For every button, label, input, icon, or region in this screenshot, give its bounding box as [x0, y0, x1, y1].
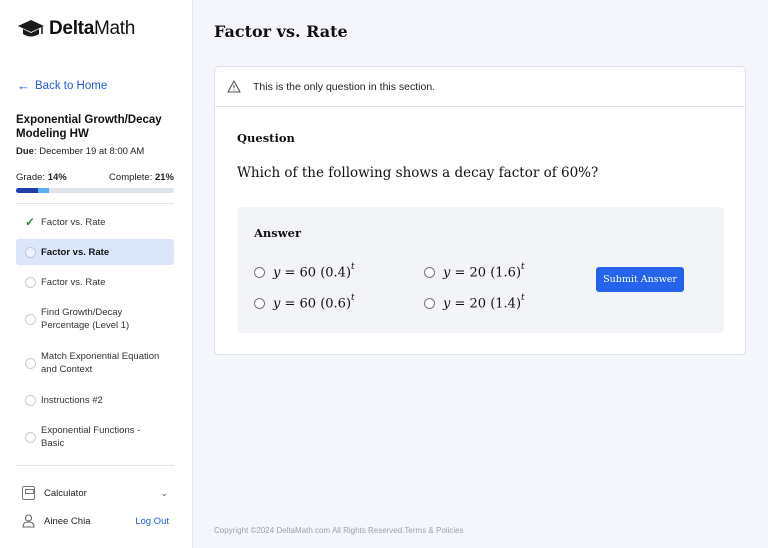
logo-text: DeltaMath: [49, 18, 136, 39]
answer-box: Answer y = 60 (0.4)t y = 20 (1.6)t y = 6…: [237, 207, 724, 333]
logo[interactable]: DeltaMath: [17, 18, 135, 40]
check-icon: ✓: [20, 214, 40, 229]
calculator-icon: [22, 486, 35, 500]
problem-list-item[interactable]: Factor vs. Rate: [16, 239, 174, 265]
option-expression: y = 20 (1.4)t: [443, 293, 525, 312]
complete-text: Complete: 21%: [109, 172, 174, 183]
submit-answer-button[interactable]: Submit Answer: [596, 267, 684, 292]
main-content: Factor vs. Rate This is the only questio…: [193, 0, 768, 548]
problem-list-item-label: Instructions #2: [41, 394, 103, 406]
radio-button[interactable]: [254, 266, 265, 278]
user-icon: [22, 514, 35, 528]
assignment-title: Exponential Growth/Decay Modeling HW: [16, 114, 162, 140]
radio-button[interactable]: [424, 266, 435, 278]
problem-list-item[interactable]: Match Exponential Equation and Context: [16, 341, 174, 385]
divider: [16, 203, 174, 204]
sidebar: DeltaMath ← Back to Home Exponential Gro…: [0, 0, 193, 548]
answer-option[interactable]: y = 60 (0.6)t: [254, 293, 355, 312]
status-circle-icon: [20, 357, 40, 369]
divider: [16, 465, 174, 466]
question-card: This is the only question in this sectio…: [214, 66, 746, 355]
due-date: Due: December 19 at 8:00 AM: [16, 146, 145, 157]
problem-list: ✓ Factor vs. Rate Factor vs. Rate Factor vs…: [16, 207, 174, 459]
circle-shape: [24, 394, 36, 406]
user-row: Ainee Chia Log Out: [22, 514, 169, 528]
calculator-toggle[interactable]: Calculator ⌄: [22, 486, 168, 500]
graduation-cap-icon: [18, 20, 44, 37]
chevron-down-icon: ⌄: [160, 487, 168, 498]
radio-button[interactable]: [424, 297, 435, 309]
answer-option[interactable]: y = 20 (1.6)t: [424, 262, 525, 281]
app: DeltaMath ← Back to Home Exponential Gro…: [0, 0, 768, 548]
logout-link[interactable]: Log Out: [135, 516, 169, 527]
problem-list-item[interactable]: Exponential Functions - Basic: [16, 415, 174, 459]
arrow-left-icon: ←: [17, 78, 30, 93]
circle-shape: [24, 431, 36, 443]
question-text: Which of the following shows a decay fac…: [237, 165, 599, 181]
problem-list-item-label: Factor vs. Rate: [41, 216, 106, 228]
problem-list-item-label: Find Growth/Decay Percentage (Level 1): [41, 307, 130, 331]
back-to-home-link[interactable]: ← Back to Home: [17, 78, 107, 93]
answer-label: Answer: [254, 226, 302, 240]
footer: Copyright ©2024 DeltaMath.com All Rights…: [214, 526, 464, 535]
problem-list-item-label: Factor vs. Rate: [41, 276, 106, 288]
status-circle-icon: [20, 276, 40, 288]
problem-list-item-label: Match Exponential Equation and Context: [41, 351, 160, 375]
grade-progress-fill: [16, 188, 39, 193]
question-label: Question: [237, 131, 295, 145]
option-expression: y = 20 (1.6)t: [443, 262, 525, 281]
notice-banner: This is the only question in this sectio…: [215, 67, 745, 107]
calculator-label: Calculator: [44, 487, 87, 499]
problem-list-item[interactable]: ✓ Factor vs. Rate: [16, 207, 174, 237]
grade-text: Grade: 14%: [16, 172, 67, 183]
option-expression: y = 60 (0.4)t: [273, 262, 355, 281]
circle-shape: [24, 246, 36, 258]
page-title: Factor vs. Rate: [214, 22, 348, 41]
check-glyph: ✓: [24, 214, 36, 229]
status-circle-icon: [20, 246, 40, 258]
status-circle-icon: [20, 313, 40, 325]
grade-row: Grade: 14% Complete: 21%: [16, 172, 174, 183]
notice-text: This is the only question in this sectio…: [253, 80, 436, 93]
progress-bar: [16, 188, 174, 193]
status-circle-icon: [20, 394, 40, 406]
status-circle-icon: [20, 431, 40, 443]
back-label: Back to Home: [35, 79, 108, 92]
user-name: Ainee Chia: [44, 515, 91, 527]
circle-shape: [24, 276, 36, 288]
radio-button[interactable]: [254, 297, 265, 309]
option-expression: y = 60 (0.6)t: [273, 293, 355, 312]
problem-list-item-label: Exponential Functions - Basic: [41, 425, 141, 449]
circle-shape: [24, 313, 36, 325]
problem-list-item-label: Factor vs. Rate: [41, 246, 110, 258]
problem-list-item[interactable]: Find Growth/Decay Percentage (Level 1): [16, 297, 174, 341]
warning-triangle-icon: [227, 80, 241, 93]
answer-option[interactable]: y = 20 (1.4)t: [424, 293, 525, 312]
circle-shape: [24, 357, 36, 369]
problem-list-item[interactable]: Instructions #2: [16, 385, 174, 415]
answer-option[interactable]: y = 60 (0.4)t: [254, 262, 355, 281]
problem-list-item[interactable]: Factor vs. Rate: [16, 267, 174, 297]
